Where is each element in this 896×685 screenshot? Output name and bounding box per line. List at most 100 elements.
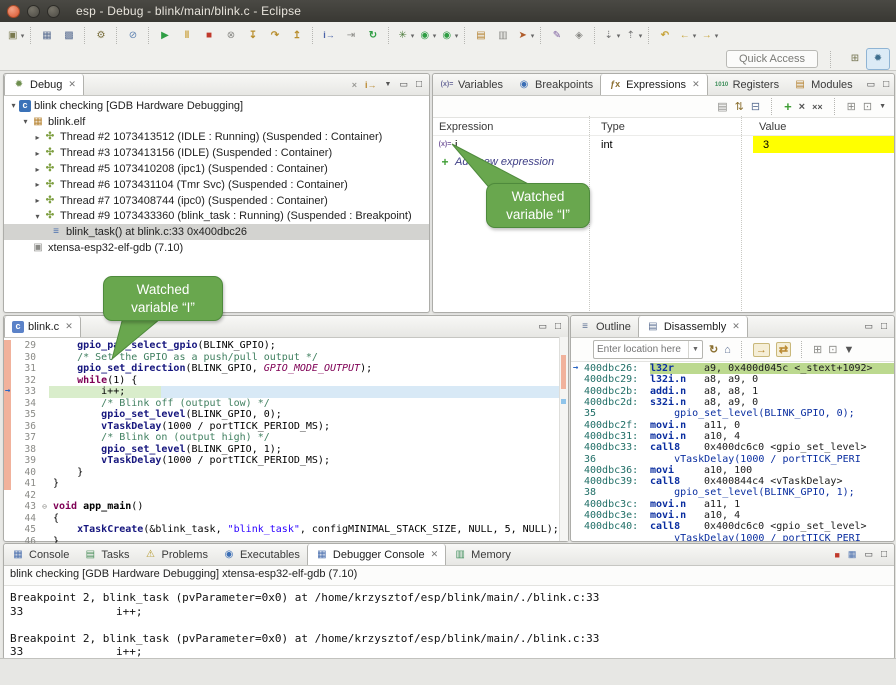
tab-problems[interactable]: ⚠Problems (136, 544, 214, 565)
instruction-stepping-mode-button[interactable]: i→ (365, 80, 377, 90)
open-element-button[interactable]: ▤ (471, 26, 491, 45)
show-pc-button[interactable]: → (753, 343, 770, 357)
toggle-mark-occurrences-button[interactable]: ◈ (569, 26, 589, 45)
last-edit-location-button[interactable]: ↶ (655, 26, 675, 45)
debug-tree-item[interactable]: ▸✣Thread #2 1073413512 (IDLE : Running) … (4, 130, 429, 146)
close-icon[interactable]: ✕ (68, 79, 76, 90)
remove-all-terminated-button[interactable]: × (352, 80, 357, 90)
expand-icon[interactable]: ▸ (32, 180, 43, 189)
debug-tree-item[interactable]: ▾✣Thread #9 1073433360 (blink_task : Run… (4, 209, 429, 225)
tab-disassembly[interactable]: ▤Disassembly✕ (638, 316, 748, 337)
disassembly-line[interactable]: 400dbc29:l32i.na8, a9, 0 (571, 374, 894, 385)
close-icon[interactable]: ✕ (732, 321, 740, 332)
code-line[interactable]: 43⊖void app_main() (4, 501, 568, 513)
show-logical-structures-button[interactable]: ⇅ (735, 100, 744, 113)
debug-button[interactable]: ✳▾ (395, 26, 415, 45)
maximize-button[interactable]: □ (883, 79, 889, 90)
code-line[interactable]: 32 while(1) { (4, 375, 568, 387)
disassembly-listing[interactable]: →400dbc26:l32ra9, 0x400d045c <_stext+109… (571, 362, 894, 541)
location-input[interactable] (594, 344, 688, 355)
tab-console[interactable]: ▦Console (4, 544, 76, 565)
home-button[interactable]: ⌂ (724, 344, 731, 356)
launch-button[interactable]: ➤▾ (515, 26, 535, 45)
step-into-button[interactable]: ↧ (243, 26, 263, 45)
disassembly-line[interactable]: 400dbc36:movia10, 100 (571, 465, 894, 476)
code-editor[interactable]: 29 gpio_pad_select_gpio(BLINK_GPIO);30 /… (4, 338, 568, 547)
tab-registers[interactable]: 1010Registers (708, 74, 786, 95)
tab-outline[interactable]: ≡Outline (571, 316, 638, 337)
console-output[interactable]: Breakpoint 2, blink_task (pvParameter=0x… (4, 586, 894, 664)
combo-dropdown-icon[interactable]: ▼ (688, 341, 702, 358)
window-close-button[interactable] (7, 5, 20, 18)
dropdown-arrow-icon[interactable]: ▾ (21, 32, 25, 40)
resume-button[interactable]: ▶ (155, 26, 175, 45)
disassembly-line[interactable]: 38 gpio_set_level(BLINK_GPIO, 1); (571, 487, 894, 498)
tab-breakpoints[interactable]: ◉Breakpoints (510, 74, 600, 95)
debug-tree-item[interactable]: ▾cblink checking [GDB Hardware Debugging… (4, 98, 429, 114)
debug-tree-item[interactable]: ▾▦blink.elf (4, 114, 429, 130)
minimize-button[interactable]: ▭ (864, 321, 873, 332)
disassembly-line[interactable]: 36 vTaskDelay(1000 / portTICK_PERI (571, 453, 894, 464)
expand-icon[interactable]: ▸ (32, 149, 43, 158)
code-line[interactable]: 34 /* Blink off (output low) */ (4, 398, 568, 410)
step-return-button[interactable]: ↥ (287, 26, 307, 45)
pin-view-button[interactable]: ⊡ (828, 343, 837, 356)
quick-access-button[interactable]: Quick Access (726, 50, 818, 68)
debug-tree-item[interactable]: ≡blink_task() at blink.c:33 0x400dbc26 (4, 224, 429, 240)
display-console-button[interactable]: ▦ (848, 549, 857, 560)
previous-annotation-button[interactable]: ⇡▾ (623, 26, 643, 45)
disassembly-line[interactable]: 400dbc39:call80x400844c4 <vTaskDelay> (571, 476, 894, 487)
disassembly-line[interactable]: vTaskDelay(1000 / portTICK_PERI (571, 532, 894, 541)
run-button[interactable]: ◉▾ (417, 26, 437, 45)
view-menu-button[interactable]: ▼ (385, 81, 392, 88)
minimize-button[interactable]: ▭ (867, 79, 876, 90)
code-line[interactable]: 30 /* Set the GPIO as a push/pull output… (4, 352, 568, 364)
restart-button[interactable]: ↻ (363, 26, 383, 45)
code-line[interactable]: 44{ (4, 513, 568, 525)
dropdown-arrow-icon[interactable]: ▾ (639, 32, 643, 40)
pin-view-button[interactable]: ⊡ (863, 100, 872, 113)
fold-marker-icon[interactable]: ⊖ (40, 502, 49, 511)
disassembly-line[interactable]: 400dbc2d:s32i.na8, a9, 0 (571, 397, 894, 408)
minimize-button[interactable]: ▭ (538, 321, 547, 332)
format-button[interactable]: ✎ (547, 26, 567, 45)
disassembly-line[interactable]: 400dbc40:call80x400dc6c0 <gpio_set_level… (571, 521, 894, 532)
close-icon[interactable]: ✕ (431, 549, 439, 560)
maximize-button[interactable]: □ (555, 321, 561, 332)
tab-blink-c[interactable]: cblink.c✕ (4, 316, 81, 337)
remove-all-expressions-button[interactable]: ×× (812, 102, 823, 112)
skip-all-breakpoints-button[interactable]: ⊘ (123, 26, 143, 45)
debug-tree-item[interactable]: ▸✣Thread #6 1073431104 (Tmr Svc) (Suspen… (4, 177, 429, 193)
open-resource-button[interactable]: ▥ (493, 26, 513, 45)
collapse-icon[interactable]: ▾ (32, 212, 43, 221)
expand-icon[interactable]: ▸ (32, 196, 43, 205)
next-annotation-button[interactable]: ⇣▾ (601, 26, 621, 45)
dropdown-arrow-icon[interactable]: ▾ (531, 32, 535, 40)
code-line[interactable]: 45 xTaskCreate(&blink_task, "blink_task"… (4, 524, 568, 536)
sync-source-button[interactable]: ⇄ (776, 342, 791, 357)
window-maximize-button[interactable] (47, 5, 60, 18)
instruction-stepping-button[interactable]: i→ (319, 26, 339, 45)
add-expression-button[interactable]: + (784, 99, 792, 114)
disassembly-line[interactable]: 400dbc2f:movi.na11, 0 (571, 419, 894, 430)
external-tools-button[interactable]: ◉▾ (439, 26, 459, 45)
build-button[interactable]: ⚙ (91, 26, 111, 45)
maximize-button[interactable]: □ (881, 549, 887, 560)
save-all-button[interactable]: ▩ (59, 26, 79, 45)
minimize-button[interactable]: ▭ (864, 549, 873, 560)
code-line[interactable]: 37 /* Blink on (output high) */ (4, 432, 568, 444)
dropdown-arrow-icon[interactable]: ▾ (455, 32, 459, 40)
terminate-button[interactable]: ■ (834, 550, 839, 560)
maximize-button[interactable]: □ (416, 79, 422, 90)
forward-button[interactable]: →▾ (699, 26, 719, 45)
dropdown-arrow-icon[interactable]: ▾ (433, 32, 437, 40)
collapse-all-button[interactable]: ⊟ (751, 100, 760, 113)
code-line[interactable]: 29 gpio_pad_select_gpio(BLINK_GPIO); (4, 340, 568, 352)
tab-memory[interactable]: ▥Memory (446, 544, 518, 565)
debug-tree-item[interactable]: ▣xtensa-esp32-elf-gdb (7.10) (4, 240, 429, 256)
overview-ruler[interactable] (559, 337, 568, 541)
debug-tree-item[interactable]: ▸✣Thread #7 1073408744 (ipc0) (Suspended… (4, 193, 429, 209)
disassembly-line[interactable]: →400dbc26:l32ra9, 0x400d045c <_stext+109… (571, 363, 894, 374)
disconnect-button[interactable]: ⊗ (221, 26, 241, 45)
debug-perspective-button[interactable]: ✹ (866, 48, 890, 70)
